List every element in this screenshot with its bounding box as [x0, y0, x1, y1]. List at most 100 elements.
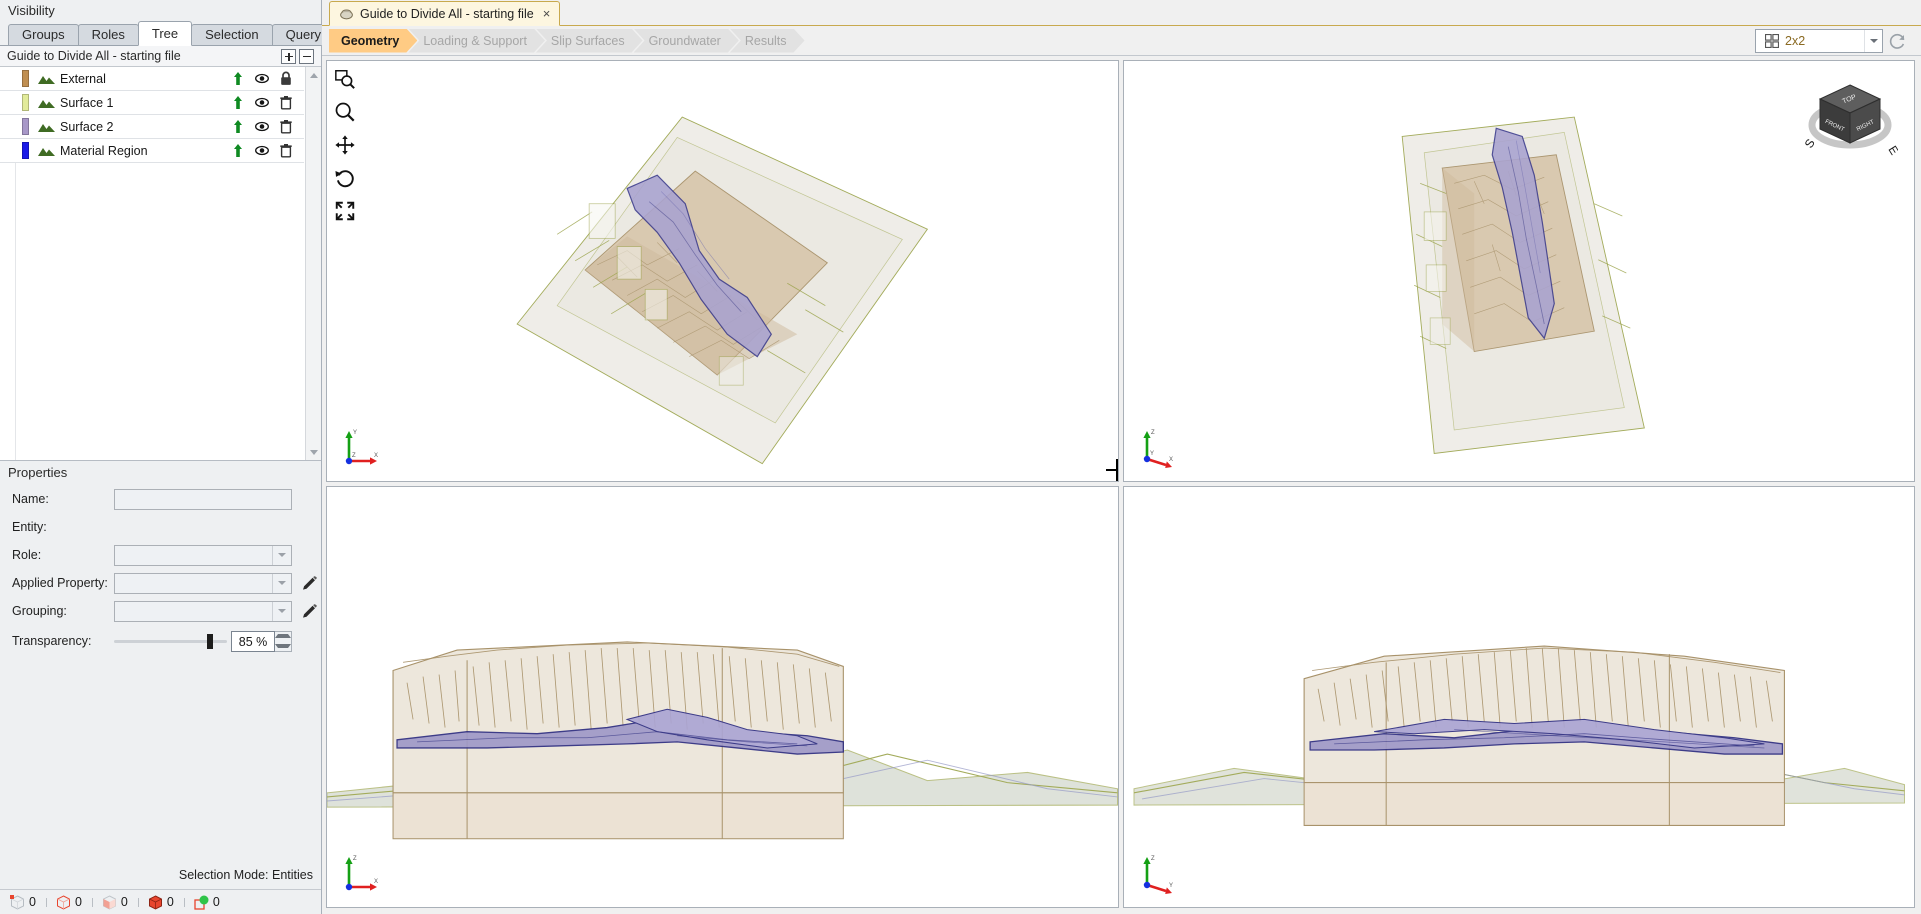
eye-icon[interactable] — [255, 95, 269, 110]
view-layout-controls: 2x2 — [1755, 29, 1911, 53]
viewport-front-bottom-left[interactable]: Z X — [326, 486, 1119, 908]
tree-item-surface-2[interactable]: Surface 2 — [0, 115, 304, 139]
rotate-icon[interactable] — [334, 167, 356, 189]
status-counter-entity[interactable]: 0 — [184, 894, 230, 911]
transparency-slider[interactable]: 85 % — [114, 631, 292, 652]
tree-header: Guide to Divide All - starting file — [0, 46, 321, 67]
view-cube[interactable]: TOP FRONT RIGHT S E — [1802, 73, 1898, 163]
chevron-down-icon[interactable] — [272, 602, 291, 621]
surface-icon — [37, 144, 56, 158]
scroll-down-icon[interactable] — [306, 444, 321, 460]
chevron-down-icon[interactable] — [1864, 30, 1882, 52]
edit-pencil-icon[interactable] — [301, 575, 318, 592]
field-row-entity: Entity: — [0, 513, 321, 541]
scroll-up-icon[interactable] — [306, 67, 321, 83]
layout-value: 2x2 — [1785, 34, 1805, 48]
edge-count-icon — [55, 894, 72, 911]
stepper-down-icon[interactable] — [275, 641, 291, 651]
surface-icon — [37, 72, 56, 86]
move-up-icon[interactable] — [231, 95, 245, 110]
move-up-icon[interactable] — [231, 143, 245, 158]
slider-track[interactable] — [114, 640, 227, 643]
delete-icon[interactable] — [279, 143, 293, 158]
workflow-bar: Geometry Loading & Support Slip Surfaces… — [322, 26, 1921, 56]
lock-icon[interactable] — [279, 71, 293, 86]
tab-tree[interactable]: Tree — [138, 21, 192, 46]
selection-mode-label: Selection Mode: Entities — [179, 868, 313, 882]
tree-item-surface-1[interactable]: Surface 1 — [0, 91, 304, 115]
entity-tree[interactable]: External — [0, 67, 321, 461]
counter-value: 0 — [213, 895, 220, 909]
axis-z-label: Z — [352, 453, 356, 459]
tab-roles[interactable]: Roles — [78, 24, 139, 45]
refresh-icon — [1888, 32, 1907, 51]
tree-header-buttons — [281, 49, 321, 64]
grouping-dropdown[interactable] — [114, 601, 292, 622]
name-label: Name: — [12, 492, 114, 506]
axis-triad-indicator: Z X Y — [1138, 425, 1182, 469]
role-dropdown[interactable] — [114, 545, 292, 566]
status-counter-solid[interactable]: 0 — [138, 894, 184, 911]
zoom-icon[interactable] — [334, 101, 356, 123]
workflow-step-loading-support[interactable]: Loading & Support — [408, 29, 545, 53]
zoom-window-icon[interactable] — [334, 68, 356, 90]
viewport-iso-top-right[interactable]: TOP FRONT RIGHT S E Z X Y — [1123, 60, 1916, 482]
name-field[interactable] — [114, 489, 292, 510]
tree-scrollbar[interactable] — [305, 67, 321, 460]
status-counter-face[interactable]: 0 — [92, 894, 138, 911]
refresh-button[interactable] — [1883, 29, 1911, 53]
collapse-all-icon[interactable] — [299, 49, 314, 64]
workflow-step-geometry[interactable]: Geometry — [329, 29, 417, 53]
move-up-icon[interactable] — [231, 119, 245, 134]
workflow-step-slip-surfaces[interactable]: Slip Surfaces — [536, 29, 643, 53]
delete-icon[interactable] — [279, 95, 293, 110]
slider-handle[interactable] — [207, 634, 213, 649]
tree-item-material-region[interactable]: Material Region — [0, 139, 304, 163]
tab-groups[interactable]: Groups — [8, 24, 79, 45]
transparency-stepper[interactable]: 85 % — [231, 631, 292, 652]
chevron-down-icon[interactable] — [272, 574, 291, 593]
main-area: Guide to Divide All - starting file × Ge… — [322, 0, 1921, 914]
document-tab-label: Guide to Divide All - starting file — [360, 7, 534, 21]
layout-dropdown[interactable]: 2x2 — [1755, 29, 1883, 53]
face-count-icon — [101, 894, 118, 911]
transparency-value[interactable]: 85 % — [231, 631, 275, 652]
field-row-name: Name: — [0, 485, 321, 513]
viewport-iso-top-left[interactable]: Y X Z — [326, 60, 1119, 482]
row-actions — [231, 119, 304, 134]
edit-pencil-icon[interactable] — [301, 603, 318, 620]
eye-icon[interactable] — [255, 143, 269, 158]
model-render-iso-2 — [1124, 61, 1915, 481]
compass-south-label: S — [1802, 136, 1818, 150]
viewport-side-bottom-right[interactable]: Z Y — [1123, 486, 1916, 908]
chevron-down-icon[interactable] — [272, 546, 291, 565]
tree-item-label: Material Region — [60, 144, 148, 158]
row-actions — [231, 143, 304, 158]
delete-icon[interactable] — [279, 119, 293, 134]
field-row-grouping: Grouping: — [0, 597, 321, 625]
tree-item-external[interactable]: External — [0, 67, 304, 91]
applied-property-label: Applied Property: — [12, 576, 114, 590]
workflow-step-results[interactable]: Results — [730, 29, 805, 53]
tab-selection[interactable]: Selection — [191, 24, 272, 45]
eye-icon[interactable] — [255, 119, 269, 134]
applied-property-dropdown[interactable] — [114, 573, 292, 594]
tree-rows: External — [0, 67, 304, 163]
pan-icon[interactable] — [334, 134, 356, 156]
eye-icon[interactable] — [255, 71, 269, 86]
zoom-all-icon[interactable] — [334, 200, 356, 222]
move-up-icon[interactable] — [231, 71, 245, 86]
field-row-applied-property: Applied Property: — [0, 569, 321, 597]
status-counter-edge[interactable]: 0 — [46, 894, 92, 911]
model-icon — [339, 6, 354, 21]
close-icon[interactable]: × — [543, 6, 551, 21]
workflow-step-groundwater[interactable]: Groundwater — [634, 29, 739, 53]
expand-all-icon[interactable] — [281, 49, 296, 64]
status-counter-vertex[interactable]: 0 — [0, 894, 46, 911]
grid-2x2-icon — [1765, 34, 1779, 48]
model-render-iso-1 — [327, 61, 1118, 481]
status-bar: 0 0 0 — [0, 889, 321, 914]
document-tab[interactable]: Guide to Divide All - starting file × — [329, 1, 560, 26]
entity-label: Entity: — [12, 520, 114, 534]
stepper-up-icon[interactable] — [275, 632, 291, 642]
